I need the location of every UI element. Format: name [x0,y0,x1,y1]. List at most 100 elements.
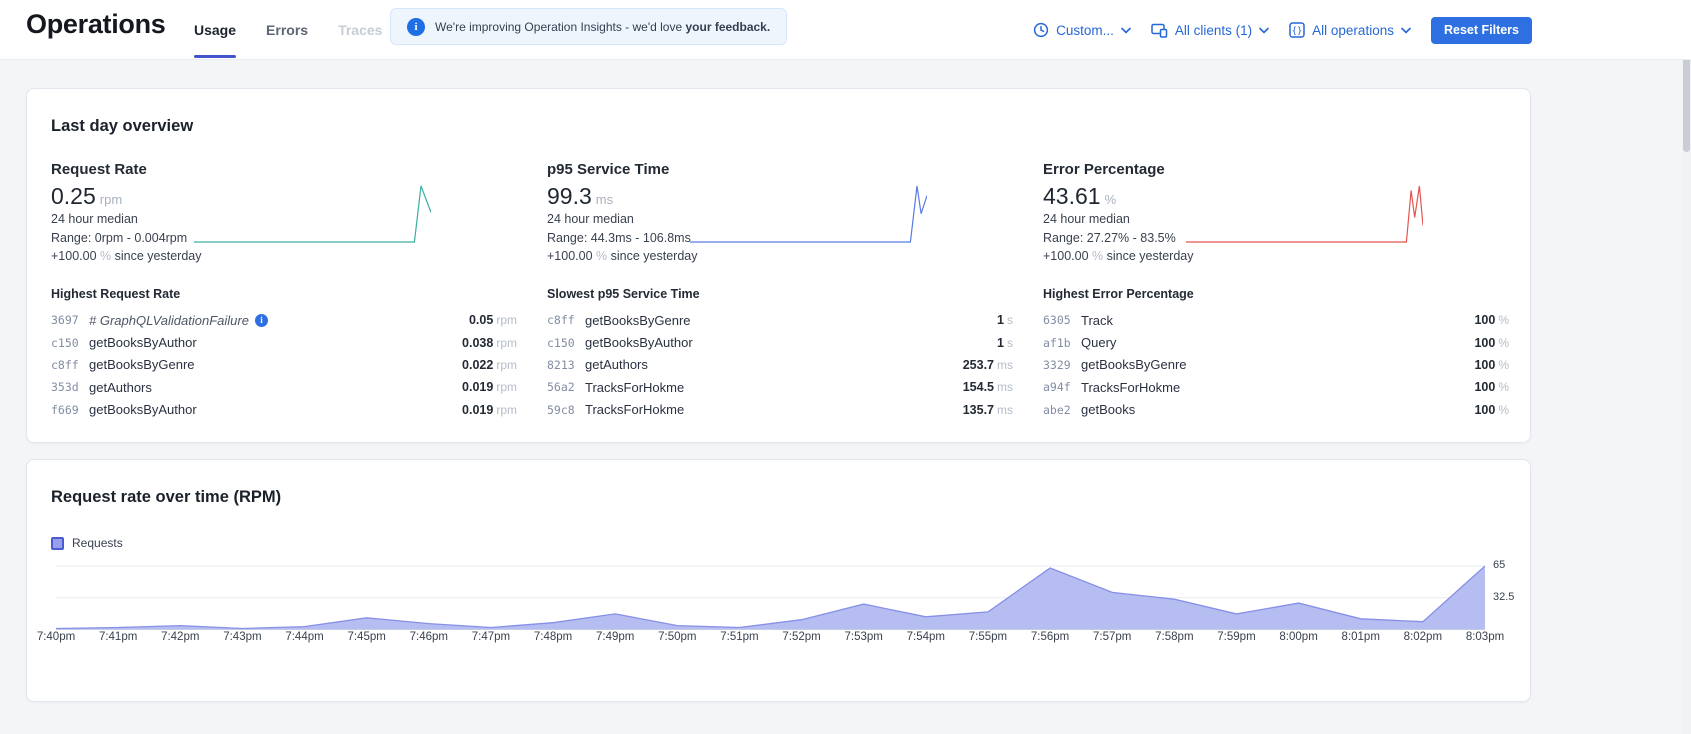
operation-value: 1s [997,335,1013,350]
x-axis-label: 7:45pm [347,631,386,643]
x-axis-label: 7:41pm [98,631,138,643]
clients-filter[interactable]: All clients (1) [1151,23,1269,38]
clock-icon [1033,22,1049,38]
chevron-down-icon [1401,27,1411,34]
x-axis-label: 7:50pm [658,631,697,643]
braces-icon: {} [1289,22,1305,38]
info-icon[interactable]: i [254,313,268,327]
banner-text: We're improving Operation Insights - we'… [435,19,771,34]
feedback-banner: i We're improving Operation Insights - w… [390,8,788,45]
highest-request-rate-list: Highest Request Rate 3697 # GraphQLValida… [51,287,517,421]
operation-row[interactable]: 6305 Track 100% [1043,309,1509,331]
operation-value: 100% [1474,313,1509,328]
tab-usage[interactable]: Usage [194,0,237,60]
operation-value: 100% [1474,357,1509,372]
operation-row[interactable]: c150 getBooksByAuthor 1 s [547,331,1013,353]
operations-filter[interactable]: {} All operations [1289,22,1411,38]
operation-id: 56a2 [547,380,575,395]
operation-name: getBooksByAuthor [89,402,197,418]
operation-row[interactable]: c150 getBooksByAuthor 0.038 rpm [51,331,517,353]
operation-row[interactable]: af1b Query 100% [1043,331,1509,353]
operation-value: 0.038 rpm [462,335,517,350]
reset-filters-button[interactable]: Reset Filters [1430,16,1532,44]
x-axis-label: 7:40pm [36,631,76,643]
operation-row[interactable]: 59c8 TracksForHokme 135.7 ms [547,399,1013,421]
operation-id: c150 [547,335,575,350]
operation-name: # GraphQLValidationFailure [89,312,249,328]
operation-value: 154.5 ms [962,380,1013,395]
x-axis-label: 7:55pm [968,631,1008,643]
operation-id: abe2 [1043,402,1071,417]
operation-id: a94f [1043,380,1071,395]
operation-row[interactable]: 8213 getAuthors 253.7 ms [547,354,1013,376]
list-title: Slowest p95 Service Time [547,287,700,301]
tab-bar: Usage Errors Traces [194,0,382,60]
info-icon: i [407,17,425,36]
operation-row[interactable]: 56a2 TracksForHokme 154.5 ms [547,376,1013,398]
rpm-area-chart [56,557,1485,631]
last-day-overview-card: Last day overview Request Rate 0.25 rpm 2… [26,88,1531,443]
x-axis-label: 7:53pm [844,631,883,643]
operation-name: Track [1081,312,1114,328]
operation-value: 0.05 rpm [468,313,517,328]
operation-row[interactable]: c8ff getBooksByGenre 1 s [547,309,1013,331]
scrollbar-track [1682,0,1691,734]
operation-name: getBooksByGenre [1081,357,1187,373]
x-axis-label: 7:51pm [720,631,759,643]
legend-label: Requests [72,536,123,550]
overview-card-title: Last day overview [51,117,194,135]
operation-name: getAuthors [89,379,152,395]
operation-name: TracksForHokme [1081,379,1181,395]
operation-row[interactable]: 353d getAuthors 0.019 rpm [51,376,517,398]
operation-name: TracksForHokme [585,402,685,418]
highest-error-percentage-list: Highest Error Percentage 6305 Track 100% af… [1043,287,1509,421]
x-axis-label: 7:47pm [471,631,511,643]
operation-name: Query [1081,335,1117,351]
p95-sparkline [690,184,927,244]
operation-row[interactable]: abe2 getBooks 100% [1043,399,1509,421]
operation-row[interactable]: c8ff getBooksByGenre 0.022 rpm [51,354,517,376]
operation-row[interactable]: 3697 # GraphQLValidationFailure i 0.05 rpm [51,309,517,331]
rpm-chart-card: Request rate over time (RPM) Requests 7:… [26,459,1531,702]
operation-value: 1s [997,313,1013,328]
x-axis-label: 7:49pm [595,631,635,643]
operation-row[interactable]: 3329 getBooksByGenre 100% [1043,354,1509,376]
x-axis-label: 7:59pm [1217,631,1256,643]
tab-traces[interactable]: Traces [338,0,382,60]
chart-legend[interactable]: Requests [51,536,123,550]
list-title: Highest Error Percentage [1043,287,1194,301]
list-title: Highest Request Rate [51,287,181,301]
operation-value: 135.7 ms [962,402,1013,417]
operation-name: getBooks [1081,402,1136,418]
time-range-filter[interactable]: Custom... [1033,22,1131,38]
devices-icon [1151,23,1168,38]
operation-value: 100% [1474,380,1509,395]
feedback-link[interactable]: your feedback. [685,20,770,34]
operation-row[interactable]: f669 getBooksByAuthor 0.019 rpm [51,399,517,421]
request-rate-sparkline [194,184,431,244]
x-axis-label: 7:42pm [161,631,200,643]
operation-id: 6305 [1043,313,1071,328]
operation-name: getBooksByAuthor [585,335,693,351]
chevron-down-icon [1259,27,1269,34]
x-axis-label: 7:57pm [1093,631,1132,643]
x-axis-label: 7:56pm [1030,631,1070,643]
operation-value: 0.019 rpm [462,402,517,417]
x-axis-label: 7:52pm [782,631,821,643]
x-axis-label: 7:48pm [533,631,573,643]
operation-row[interactable]: a94f TracksForHokme 100% [1043,376,1509,398]
operation-name: getBooksByAuthor [89,335,197,351]
operation-id: 353d [51,380,79,395]
operation-name: TracksForHokme [585,379,685,395]
svg-text:{}: {} [1292,27,1303,37]
slowest-p95-list: Slowest p95 Service Time c8ff getBooksByG… [547,287,1013,421]
requests-legend-swatch [51,536,64,550]
tab-errors[interactable]: Errors [266,0,308,60]
operation-value: 0.019 rpm [462,380,517,395]
operation-value: 0.022 rpm [462,357,517,372]
x-axis-label: 8:02pm [1403,631,1443,643]
operation-value: 100% [1474,335,1509,350]
p95-service-time-metric: p95 Service Time 99.3 ms 24 hour median R… [547,161,1013,273]
metric-name: Request Rate [51,161,147,178]
metric-delta: +100.00 % since yesterday [547,249,698,263]
